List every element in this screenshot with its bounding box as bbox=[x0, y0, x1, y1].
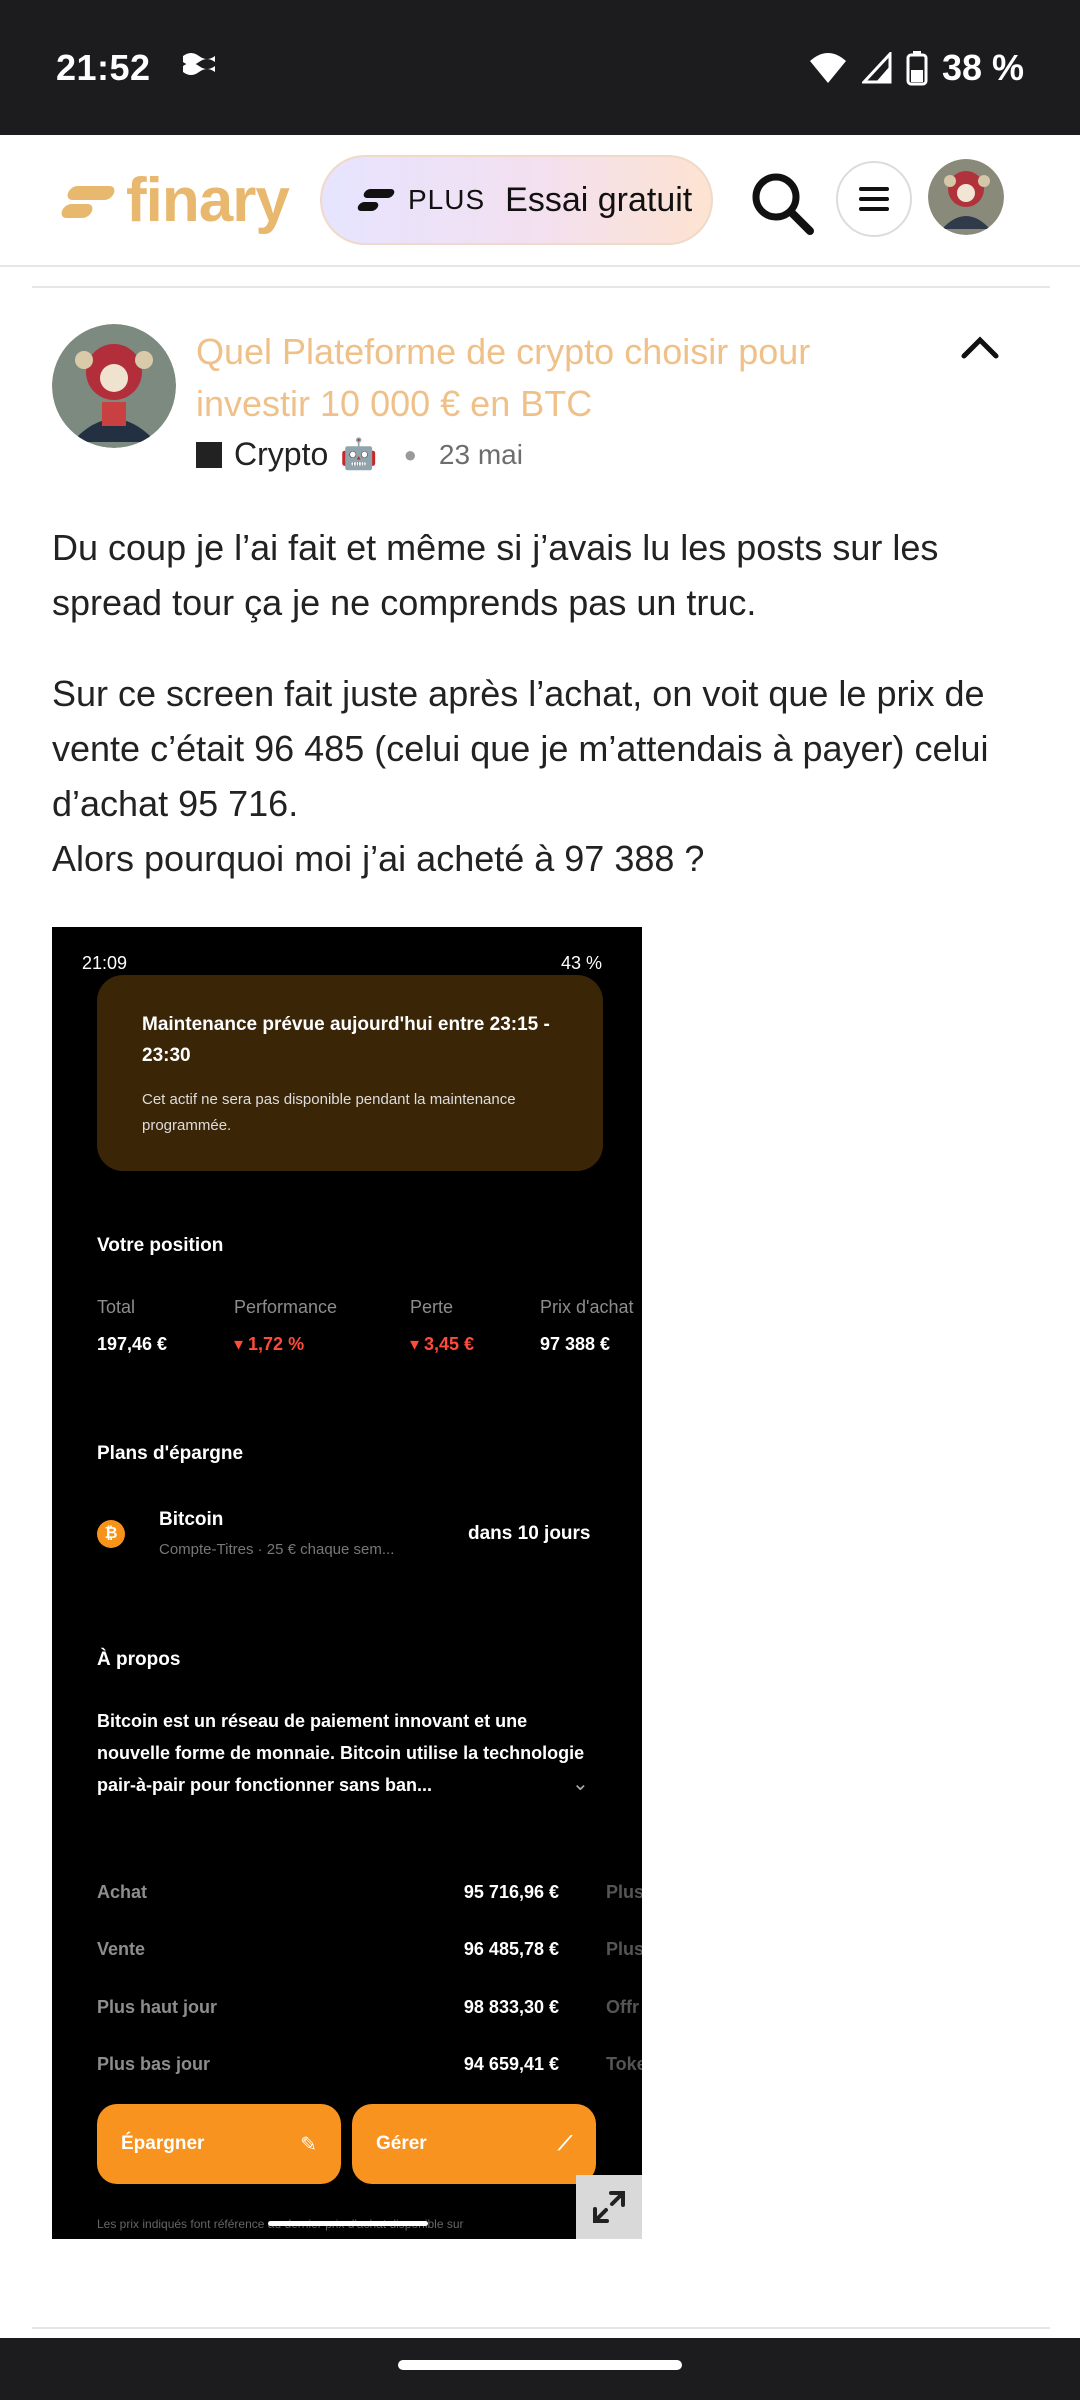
post-meta: Crypto 🤖 ● 23 mai bbox=[196, 436, 523, 473]
finary-logo-mark bbox=[59, 178, 117, 222]
maintenance-title: Maintenance prévue aujourd'hui entre 23:… bbox=[142, 1014, 550, 1066]
status-time: 21:52 bbox=[56, 46, 151, 88]
position-total: Total 197,46 € bbox=[97, 1297, 167, 1355]
row-extra: Plus bbox=[606, 1939, 642, 1959]
chevron-up-icon bbox=[961, 336, 999, 359]
position-performance: Performance ▾ 1,72 % bbox=[234, 1297, 337, 1355]
maintenance-description: Cet actif ne sera pas disponible pendant… bbox=[142, 1091, 516, 1134]
user-avatar[interactable] bbox=[928, 159, 1004, 235]
about-heading: À propos bbox=[97, 1649, 181, 1670]
position-label: Perte bbox=[410, 1297, 454, 1317]
logo-text: finary bbox=[126, 165, 290, 235]
post-date: 23 mai bbox=[438, 438, 523, 470]
maintenance-banner: Maintenance prévue aujourd'hui entre 23:… bbox=[97, 975, 603, 1171]
system-nav-bar bbox=[0, 2338, 1080, 2400]
position-heading: Votre position bbox=[97, 1235, 224, 1256]
position-label: Performance bbox=[234, 1297, 338, 1317]
row-extra: Offr bbox=[606, 1997, 639, 2017]
status-right: 38 % bbox=[808, 47, 1024, 89]
post-body: Du coup je l’ai fait et même si j’avais … bbox=[52, 520, 1042, 922]
post-paragraph: Sur ce screen fait juste après l’achat, … bbox=[52, 673, 989, 824]
row-value: 94 659,41 € bbox=[463, 2054, 559, 2074]
divider bbox=[32, 2327, 1050, 2329]
expand-image-button[interactable] bbox=[576, 2175, 642, 2239]
home-indicator[interactable] bbox=[398, 2360, 682, 2370]
wifi-icon bbox=[809, 52, 846, 83]
finary-logo[interactable]: finary bbox=[59, 165, 290, 235]
position-loss: Perte ▾ 3,45 € bbox=[410, 1297, 474, 1355]
chart-icon: ⟋ bbox=[558, 2132, 572, 2155]
row-value: 96 485,78 € bbox=[463, 1939, 559, 1959]
category-color-icon bbox=[196, 441, 222, 468]
row-value: 95 716,96 € bbox=[463, 1882, 559, 1902]
savings-asset: Bitcoin bbox=[159, 1509, 224, 1530]
menu-button[interactable] bbox=[836, 161, 912, 237]
app-header: finary PLUS Essai gratuit bbox=[0, 135, 1080, 267]
about-text: Bitcoin est un réseau de paiement innova… bbox=[97, 1711, 585, 1795]
battery-level: 38 % bbox=[941, 46, 1024, 88]
row-label: Achat bbox=[97, 1882, 148, 1902]
trial-label: Essai gratuit bbox=[505, 180, 693, 219]
savings-heading: Plans d'épargne bbox=[97, 1443, 244, 1464]
plus-trial-button[interactable]: PLUS Essai gratuit bbox=[320, 155, 713, 245]
status-bar: 21:52 38 % bbox=[0, 0, 1080, 135]
position-label: Total bbox=[97, 1297, 136, 1317]
embedded-screenshot[interactable]: 21:09 43 % Maintenance prévue aujourd'hu… bbox=[52, 927, 642, 2239]
finary-plus-icon bbox=[356, 185, 396, 215]
savings-when: dans 10 jours bbox=[468, 1523, 591, 1544]
post-title[interactable]: Quel Plateforme de crypto choisir pour i… bbox=[196, 326, 916, 430]
row-label: Plus bas jour bbox=[97, 2054, 211, 2074]
save-button-label: Épargner bbox=[121, 2133, 205, 2154]
embedded-status-battery: 43 % bbox=[560, 953, 602, 973]
embedded-home-indicator bbox=[268, 2221, 428, 2226]
row-label: Plus haut jour bbox=[97, 1997, 218, 2017]
manage-button-label: Gérer bbox=[376, 2133, 427, 2154]
divider bbox=[32, 286, 1050, 288]
row-extra: Plus bbox=[606, 1882, 642, 1902]
bitcoin-icon: ₿ bbox=[97, 1520, 125, 1548]
post-paragraph: Du coup je l’ai fait et même si j’avais … bbox=[52, 527, 939, 623]
post-paragraph: Alors pourquoi moi j’ai acheté à 97 388 … bbox=[52, 838, 705, 879]
chevron-down-icon: ⌄ bbox=[572, 1773, 589, 1795]
position-value: 197,46 € bbox=[97, 1334, 168, 1354]
embedded-status-time: 21:09 bbox=[82, 953, 128, 973]
collapse-button[interactable] bbox=[958, 330, 1002, 366]
position-value: ▾ 1,72 % bbox=[234, 1334, 305, 1354]
finary-notification-icon bbox=[179, 48, 219, 87]
separator-dot: ● bbox=[403, 441, 417, 467]
robot-emoji: 🤖 bbox=[340, 438, 378, 471]
row-label: Vente bbox=[97, 1939, 146, 1959]
position-buy-price: Prix d'achat 97 388 € bbox=[540, 1297, 633, 1355]
signal-icon bbox=[861, 51, 892, 83]
expand-icon bbox=[593, 2191, 625, 2223]
post-author-avatar[interactable] bbox=[52, 324, 176, 448]
plus-label: PLUS bbox=[408, 184, 486, 215]
battery-icon bbox=[906, 50, 928, 85]
position-value: ▾ 3,45 € bbox=[410, 1334, 475, 1354]
hamburger-icon bbox=[859, 187, 889, 211]
search-button[interactable] bbox=[742, 163, 822, 243]
position-label: Prix d'achat bbox=[540, 1297, 634, 1317]
savings-subtitle: Compte-Titres · 25 € chaque sem... bbox=[159, 1541, 395, 1558]
row-value: 98 833,30 € bbox=[463, 1997, 559, 2017]
category-label[interactable]: Crypto bbox=[234, 436, 328, 473]
search-icon bbox=[752, 173, 814, 235]
row-extra: Toke bbox=[606, 2054, 642, 2074]
pencil-icon: ✎ bbox=[300, 2133, 317, 2156]
position-value: 97 388 € bbox=[540, 1334, 611, 1354]
save-button: Épargner ✎ bbox=[97, 2104, 341, 2184]
manage-button: Gérer ⟋ bbox=[352, 2104, 596, 2184]
